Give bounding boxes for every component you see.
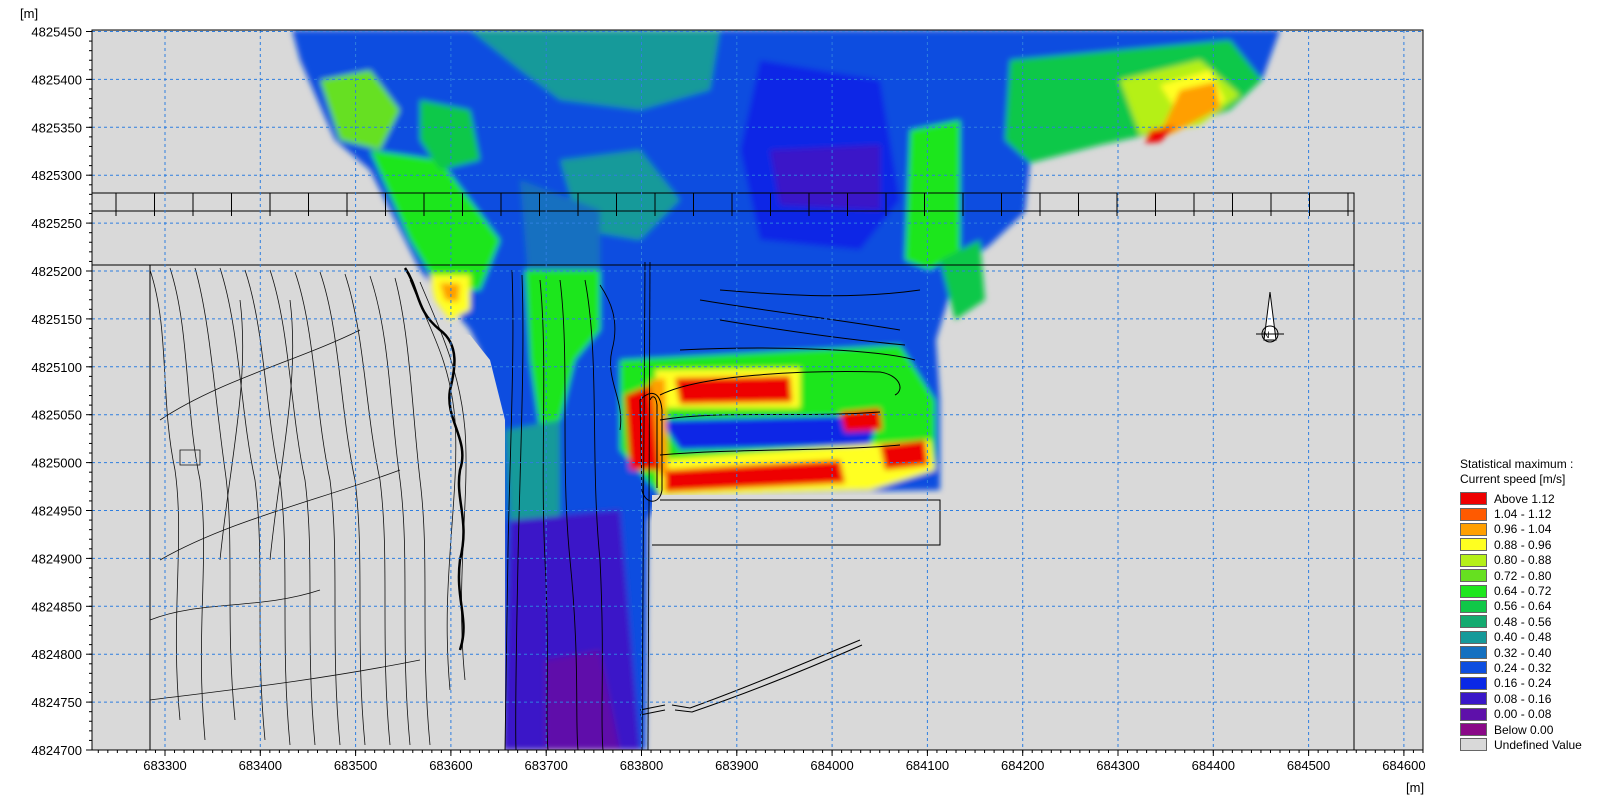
- legend-swatch: [1460, 630, 1487, 644]
- legend-label: Below 0.00: [1494, 722, 1554, 737]
- y-tick-labels: 4824700 4824750 4824800 4824850 4824900 48249…: [31, 25, 82, 759]
- y-tick-label: 4824700: [31, 743, 82, 758]
- legend-item: 0.48 - 0.56: [1460, 614, 1600, 629]
- x-tick-label: 683700: [525, 758, 568, 773]
- legend-swatch: [1460, 615, 1487, 629]
- legend-label: 0.64 - 0.72: [1494, 584, 1552, 599]
- legend-item: 0.08 - 0.16: [1460, 691, 1600, 706]
- field-purple-top: [770, 145, 880, 210]
- legend-item: 0.16 - 0.24: [1460, 676, 1600, 691]
- y-tick-label: 4824750: [31, 695, 82, 710]
- legend-label: 0.96 - 1.04: [1494, 522, 1552, 537]
- legend-swatch: [1460, 707, 1487, 721]
- x-tick-label: 684600: [1382, 758, 1425, 773]
- legend-label: 0.88 - 0.96: [1494, 537, 1552, 552]
- legend-swatch: [1460, 492, 1487, 506]
- legend-title-line2: Current speed [m/s]: [1460, 472, 1566, 486]
- legend-swatch: [1460, 646, 1487, 660]
- legend-label: 0.56 - 0.64: [1494, 599, 1552, 614]
- legend-item: 0.88 - 0.96: [1460, 537, 1600, 552]
- legend-swatch: [1460, 692, 1487, 706]
- legend-swatch: [1460, 584, 1487, 598]
- x-tick-label: 684200: [1001, 758, 1044, 773]
- legend-item: Undefined Value: [1460, 737, 1600, 752]
- legend-label: 0.08 - 0.16: [1494, 691, 1552, 706]
- legend-item: 0.64 - 0.72: [1460, 583, 1600, 598]
- y-tick-label: 4825000: [31, 456, 82, 471]
- legend-label: 0.40 - 0.48: [1494, 630, 1552, 645]
- legend-label: 0.00 - 0.08: [1494, 707, 1552, 722]
- legend-item: 0.72 - 0.80: [1460, 568, 1600, 583]
- legend-item: Below 0.00: [1460, 722, 1600, 737]
- legend-swatch: [1460, 738, 1487, 752]
- x-tick-label: 683900: [715, 758, 758, 773]
- y-tick-label: 4824900: [31, 551, 82, 566]
- x-tick-label: 684100: [906, 758, 949, 773]
- field-channel-teal: [505, 420, 560, 530]
- legend-label: 0.72 - 0.80: [1494, 568, 1552, 583]
- legend-item: 1.04 - 1.12: [1460, 506, 1600, 521]
- y-tick-label: 4824850: [31, 599, 82, 614]
- field-green-strip: [905, 120, 960, 270]
- y-tick-label: 4825100: [31, 360, 82, 375]
- y-tick-label: 4824950: [31, 504, 82, 519]
- x-tick-label: 683400: [239, 758, 282, 773]
- legend-swatch: [1460, 553, 1487, 567]
- y-tick-label: 4825300: [31, 168, 82, 183]
- x-tick-label: 684500: [1287, 758, 1330, 773]
- x-axis-unit: [m]: [1406, 780, 1424, 795]
- legend-item: 0.80 - 0.88: [1460, 553, 1600, 568]
- legend-swatch: [1460, 522, 1487, 536]
- legend-swatch: [1460, 661, 1487, 675]
- legend-swatch: [1460, 723, 1487, 737]
- legend-item: 0.24 - 0.32: [1460, 660, 1600, 675]
- x-tick-labels: 683300 683400 683500 683600 683700 683800 6839…: [143, 758, 1425, 773]
- y-tick-label: 4824800: [31, 647, 82, 662]
- y-tick-label: 4825150: [31, 312, 82, 327]
- y-tick-label: 4825050: [31, 408, 82, 423]
- legend-item: 0.00 - 0.08: [1460, 706, 1600, 721]
- legend-label: 0.80 - 0.88: [1494, 553, 1552, 568]
- legend-label: 0.48 - 0.56: [1494, 614, 1552, 629]
- x-tick-label: 683500: [334, 758, 377, 773]
- legend: Statistical maximum : Current speed [m/s…: [1460, 457, 1600, 753]
- field-basin-red-top: [675, 376, 792, 404]
- legend-title-line1: Statistical maximum :: [1460, 457, 1574, 471]
- x-tick-label: 683800: [620, 758, 663, 773]
- legend-label: 1.04 - 1.12: [1494, 507, 1552, 522]
- field-basin-red-top-2: [840, 408, 882, 432]
- legend-swatch: [1460, 569, 1487, 583]
- legend-swatch: [1460, 676, 1487, 690]
- x-tick-label: 684300: [1096, 758, 1139, 773]
- legend-item: 0.32 - 0.40: [1460, 645, 1600, 660]
- legend-label: 0.16 - 0.24: [1494, 676, 1552, 691]
- field-basin-red-br: [880, 440, 928, 470]
- x-tick-label: 684000: [810, 758, 853, 773]
- legend-swatch: [1460, 599, 1487, 613]
- y-tick-label: 4825400: [31, 72, 82, 87]
- legend-label: Undefined Value: [1494, 737, 1582, 752]
- legend-item: 0.96 - 1.04: [1460, 522, 1600, 537]
- svg-text:N: N: [1263, 330, 1270, 340]
- legend-label: Above 1.12: [1494, 491, 1555, 506]
- legend-label: 0.32 - 0.40: [1494, 645, 1552, 660]
- y-tick-label: 4825450: [31, 25, 82, 40]
- x-tick-label: 683300: [143, 758, 186, 773]
- y-axis-unit: [m]: [20, 6, 38, 21]
- legend-items: Above 1.12 1.04 - 1.12 0.96 - 1.04 0.88 - 0…: [1460, 491, 1600, 753]
- legend-label: 0.24 - 0.32: [1494, 660, 1552, 675]
- land-mask-basin: [652, 495, 942, 545]
- y-tick-label: 4825250: [31, 216, 82, 231]
- y-tick-label: 4825350: [31, 120, 82, 135]
- legend-item: Above 1.12: [1460, 491, 1600, 506]
- x-tick-label: 683600: [429, 758, 472, 773]
- y-tick-label: 4825200: [31, 264, 82, 279]
- legend-swatch: [1460, 507, 1487, 521]
- legend-item: 0.56 - 0.64: [1460, 599, 1600, 614]
- legend-item: 0.40 - 0.48: [1460, 630, 1600, 645]
- x-tick-label: 684400: [1192, 758, 1235, 773]
- legend-swatch: [1460, 538, 1487, 552]
- speed-map-plot: N 683300 683400 683500 683600 683700 683800 68…: [20, 6, 1426, 795]
